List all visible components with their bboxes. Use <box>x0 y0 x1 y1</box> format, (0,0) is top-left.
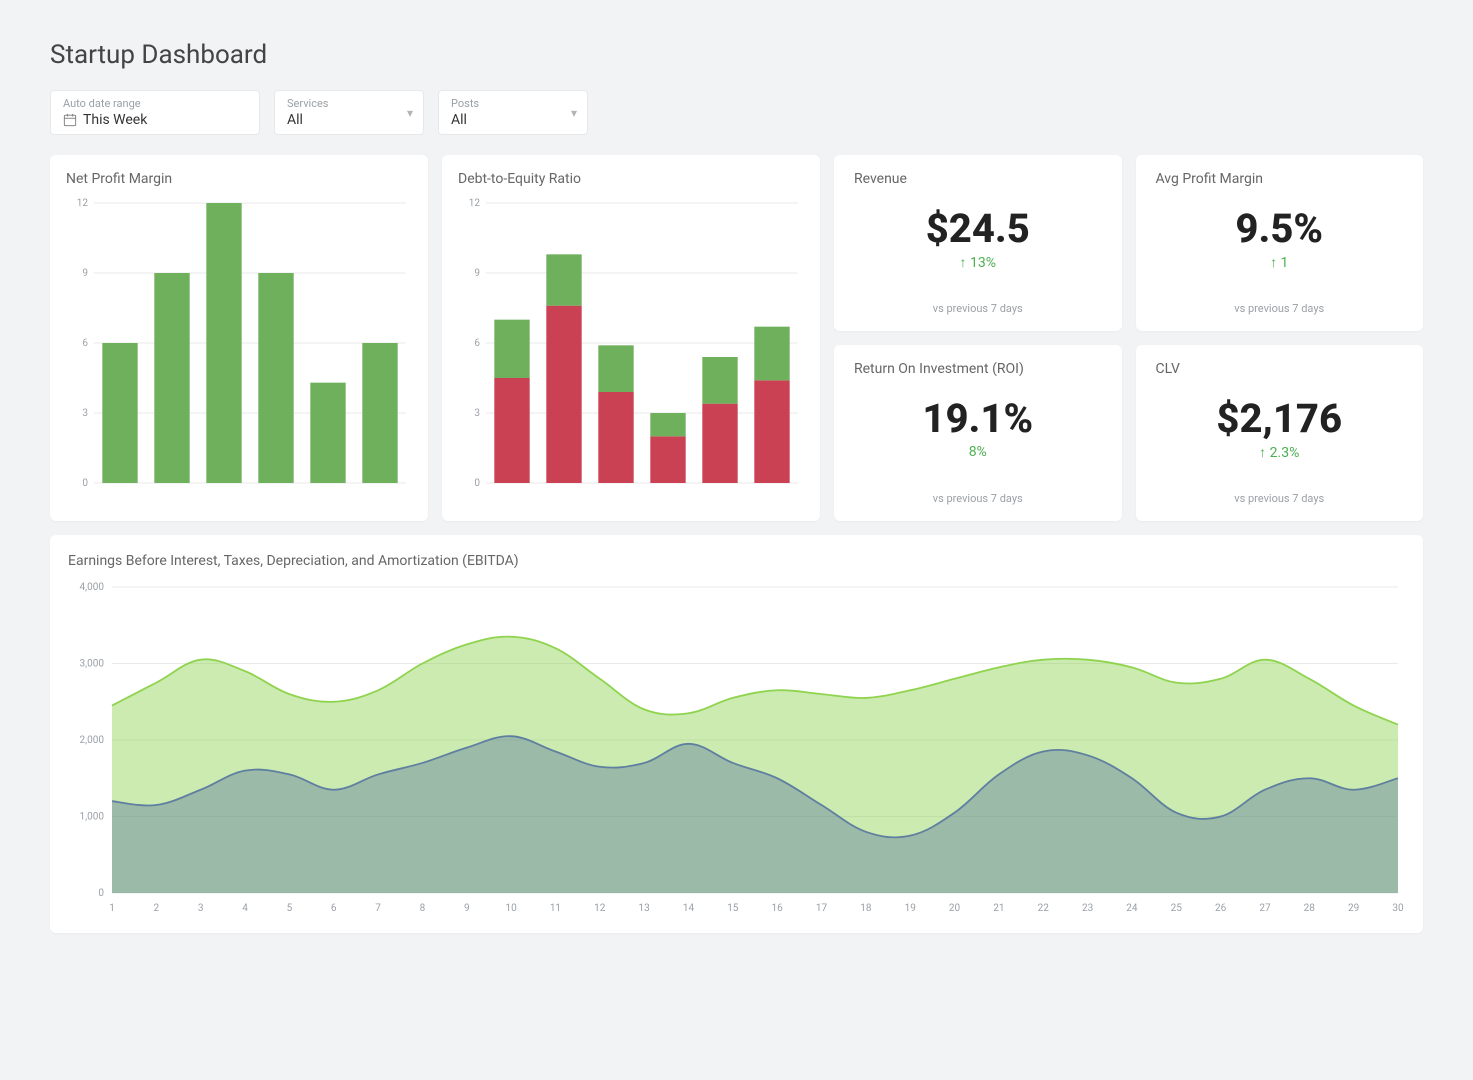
chart-title: Earnings Before Interest, Taxes, Depreci… <box>68 553 1405 569</box>
svg-text:12: 12 <box>594 903 606 914</box>
filter-value: This Week <box>83 112 147 128</box>
svg-text:2: 2 <box>154 903 160 914</box>
svg-text:3: 3 <box>82 408 88 419</box>
svg-text:6: 6 <box>82 338 88 349</box>
chart-title: Net Profit Margin <box>66 171 412 187</box>
svg-text:24: 24 <box>1126 903 1138 914</box>
filter-label: Auto date range <box>63 97 247 110</box>
kpi-value: 19.1% <box>854 395 1102 442</box>
card-ebitda: Earnings Before Interest, Taxes, Depreci… <box>50 535 1423 933</box>
chart-net-profit-margin: 0 3 6 9 12 <box>66 197 412 497</box>
svg-text:9: 9 <box>474 268 480 279</box>
calendar-icon <box>63 113 77 127</box>
svg-text:5: 5 <box>287 903 293 914</box>
svg-text:6: 6 <box>474 338 480 349</box>
kpi-title: Avg Profit Margin <box>1156 171 1404 187</box>
filter-posts[interactable]: Posts All ▾ <box>438 90 588 135</box>
svg-text:3: 3 <box>198 903 204 914</box>
svg-text:2,000: 2,000 <box>80 735 105 746</box>
kpi-delta: 8% <box>854 444 1102 460</box>
svg-text:4,000: 4,000 <box>80 582 105 593</box>
svg-text:8: 8 <box>420 903 426 914</box>
svg-text:18: 18 <box>860 903 872 914</box>
svg-text:29: 29 <box>1348 903 1359 914</box>
kpi-delta: ↑ 1 <box>1156 254 1404 271</box>
kpi-value: 9.5% <box>1156 205 1404 252</box>
svg-text:28: 28 <box>1304 903 1316 914</box>
svg-text:4: 4 <box>242 903 248 914</box>
svg-text:14: 14 <box>683 903 695 914</box>
svg-text:22: 22 <box>1038 903 1050 914</box>
chevron-down-icon: ▾ <box>407 106 413 120</box>
kpi-roi: Return On Investment (ROI) 19.1% 8% vs p… <box>834 345 1122 521</box>
svg-text:1: 1 <box>109 903 115 914</box>
card-net-profit-margin: Net Profit Margin 0 3 6 9 12 <box>50 155 428 521</box>
kpi-grid: Revenue $24.5 ↑ 13% vs previous 7 days A… <box>834 155 1423 521</box>
svg-text:21: 21 <box>993 903 1004 914</box>
svg-text:27: 27 <box>1259 903 1271 914</box>
svg-text:0: 0 <box>474 478 480 489</box>
svg-text:30: 30 <box>1392 903 1404 914</box>
svg-text:9: 9 <box>464 903 470 914</box>
svg-text:16: 16 <box>772 903 784 914</box>
svg-text:11: 11 <box>550 903 561 914</box>
chart-title: Debt-to-Equity Ratio <box>458 171 804 187</box>
svg-text:17: 17 <box>816 903 828 914</box>
kpi-footnote: vs previous 7 days <box>1156 302 1404 315</box>
svg-text:26: 26 <box>1215 903 1227 914</box>
svg-text:3,000: 3,000 <box>80 659 105 670</box>
page-title: Startup Dashboard <box>50 40 1423 70</box>
svg-text:23: 23 <box>1082 903 1093 914</box>
svg-text:19: 19 <box>905 903 916 914</box>
svg-text:0: 0 <box>98 888 104 899</box>
kpi-clv: CLV $2,176 ↑ 2.3% vs previous 7 days <box>1136 345 1424 521</box>
chevron-down-icon: ▾ <box>571 106 577 120</box>
svg-text:20: 20 <box>949 903 961 914</box>
svg-text:9: 9 <box>82 268 88 279</box>
svg-text:13: 13 <box>639 903 650 914</box>
kpi-title: Return On Investment (ROI) <box>854 361 1102 377</box>
filter-services[interactable]: Services All ▾ <box>274 90 424 135</box>
svg-text:3: 3 <box>474 408 480 419</box>
filter-value: All <box>451 112 575 128</box>
filter-date-range[interactable]: Auto date range This Week <box>50 90 260 135</box>
svg-text:25: 25 <box>1171 903 1183 914</box>
chart-debt-equity: 0 3 6 9 12 <box>458 197 804 497</box>
card-debt-equity: Debt-to-Equity Ratio 0 3 6 9 12 <box>442 155 820 521</box>
filter-value: All <box>287 112 411 128</box>
kpi-title: Revenue <box>854 171 1102 187</box>
filter-label: Services <box>287 97 411 110</box>
kpi-delta: ↑ 13% <box>854 254 1102 271</box>
kpi-avg-margin: Avg Profit Margin 9.5% ↑ 1 vs previous 7… <box>1136 155 1424 331</box>
kpi-value: $2,176 <box>1156 395 1404 442</box>
svg-text:15: 15 <box>727 903 739 914</box>
svg-text:1,000: 1,000 <box>80 812 105 823</box>
kpi-revenue: Revenue $24.5 ↑ 13% vs previous 7 days <box>834 155 1122 331</box>
svg-text:12: 12 <box>469 198 481 209</box>
filter-row: Auto date range This Week Services All ▾… <box>50 90 1423 135</box>
kpi-delta: ↑ 2.3% <box>1156 444 1404 461</box>
filter-label: Posts <box>451 97 575 110</box>
kpi-title: CLV <box>1156 361 1404 377</box>
dashboard-container: Startup Dashboard Auto date range This W… <box>14 14 1459 1066</box>
svg-text:12: 12 <box>77 198 89 209</box>
svg-text:7: 7 <box>375 903 381 914</box>
kpi-value: $24.5 <box>854 205 1102 252</box>
svg-text:10: 10 <box>505 903 517 914</box>
svg-text:6: 6 <box>331 903 337 914</box>
kpi-footnote: vs previous 7 days <box>854 302 1102 315</box>
chart-ebitda: 01,0002,0003,0004,0001234567891011121314… <box>68 579 1408 919</box>
kpi-footnote: vs previous 7 days <box>854 492 1102 505</box>
svg-text:0: 0 <box>82 478 88 489</box>
kpi-footnote: vs previous 7 days <box>1156 492 1404 505</box>
